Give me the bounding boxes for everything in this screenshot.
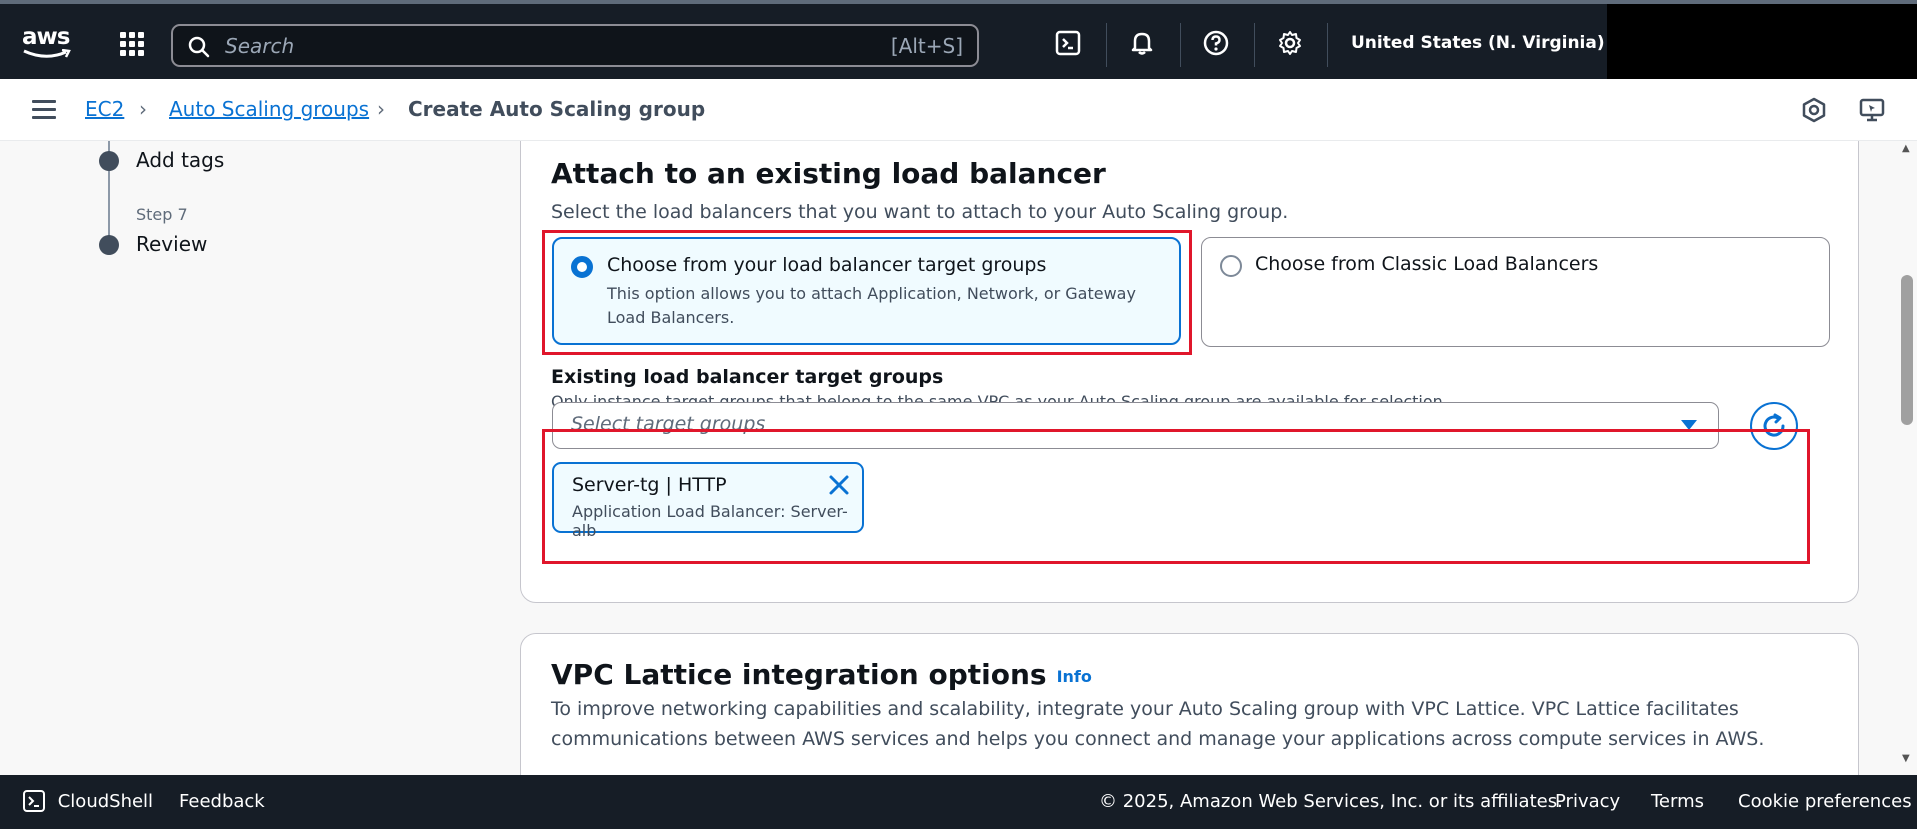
info-link[interactable]: Info — [1057, 667, 1092, 686]
hamburger-menu-icon[interactable] — [32, 100, 56, 120]
nav-divider — [1327, 23, 1328, 67]
nav-divider — [1106, 23, 1107, 67]
breadcrumb-current: Create Auto Scaling group — [408, 97, 706, 121]
aws-logo[interactable]: aws — [22, 24, 72, 64]
cloudshell-label: CloudShell — [57, 790, 154, 812]
breadcrumb-auto-scaling-groups[interactable]: Auto Scaling groups — [169, 97, 369, 121]
copyright-text: © 2025, Amazon Web Services, Inc. or its… — [1099, 791, 1563, 812]
section-title: VPC Lattice integration options Info — [551, 658, 1092, 691]
region-label: United States (N. Virginia) — [1351, 33, 1605, 53]
section-title: Attach to an existing load balancer — [551, 157, 1106, 190]
radio-unselected[interactable] — [1220, 255, 1242, 277]
search-shortcut: [Alt+S] — [890, 34, 963, 58]
nav-divider — [1254, 23, 1255, 67]
search-icon — [188, 36, 210, 58]
vertical-scrollbar[interactable]: ▲ ▼ — [1897, 141, 1917, 775]
section-description: Select the load balancers that you want … — [551, 201, 1289, 223]
step-dot — [99, 151, 119, 171]
terms-link[interactable]: Terms — [1651, 791, 1704, 812]
bell-icon[interactable] — [1127, 28, 1157, 58]
breadcrumb-bar: EC2 › Auto Scaling groups › Create Auto … — [0, 79, 1917, 141]
highlight-box — [542, 230, 1192, 355]
scrollbar-thumb[interactable] — [1901, 275, 1913, 425]
main-content: Add tags Step 7 Review Attach to an exis… — [0, 141, 1917, 775]
services-grid-icon[interactable] — [120, 32, 144, 56]
hexagon-settings-icon[interactable] — [1800, 96, 1830, 126]
account-menu-redacted[interactable] — [1607, 4, 1917, 79]
privacy-link[interactable]: Privacy — [1555, 791, 1620, 812]
cloudshell-icon — [23, 790, 45, 812]
top-navigation: aws [Alt+S] — [0, 0, 1917, 79]
region-selector[interactable]: United States (N. Virginia)▼ — [1351, 33, 1621, 53]
cloudshell-footer-button[interactable]: CloudShell — [22, 789, 153, 813]
step-number: Step 7 — [136, 205, 188, 224]
search-box[interactable]: [Alt+S] — [171, 24, 979, 67]
option-label: Choose from Classic Load Balancers — [1255, 253, 1599, 275]
vpc-lattice-card: VPC Lattice integration options Info To i… — [520, 633, 1859, 775]
aws-smile-icon — [23, 49, 71, 58]
section-description: communications between AWS services and … — [551, 728, 1765, 750]
chevron-right-icon: › — [139, 97, 147, 121]
cookie-preferences-link[interactable]: Cookie preferences — [1738, 791, 1912, 812]
help-icon[interactable] — [1201, 28, 1231, 58]
footer: CloudShell Feedback © 2025, Amazon Web S… — [0, 775, 1917, 829]
aws-logo-text: aws — [22, 24, 70, 50]
feedback-link[interactable]: Feedback — [179, 791, 265, 812]
gear-icon[interactable] — [1275, 28, 1305, 58]
vpc-lattice-title: VPC Lattice integration options — [551, 658, 1047, 691]
nav-divider — [1180, 23, 1181, 67]
step-title-add-tags[interactable]: Add tags — [136, 148, 224, 172]
option-classic-load-balancers[interactable]: Choose from Classic Load Balancers — [1201, 237, 1830, 347]
step-title-review[interactable]: Review — [136, 232, 207, 256]
target-groups-label: Existing load balancer target groups — [551, 366, 944, 388]
cloudshell-icon[interactable] — [1053, 28, 1083, 58]
scroll-down-arrow-icon[interactable]: ▼ — [1902, 753, 1910, 764]
wizard-steps: Add tags Step 7 Review — [0, 141, 520, 775]
highlight-box — [542, 429, 1810, 564]
chevron-right-icon: › — [377, 97, 385, 121]
section-description: To improve networking capabilities and s… — [551, 698, 1739, 720]
search-input[interactable] — [223, 30, 823, 62]
scroll-up-arrow-icon[interactable]: ▲ — [1902, 143, 1910, 154]
breadcrumb-ec2[interactable]: EC2 — [85, 97, 124, 121]
monitor-help-icon[interactable] — [1858, 96, 1888, 126]
step-dot — [99, 235, 119, 255]
